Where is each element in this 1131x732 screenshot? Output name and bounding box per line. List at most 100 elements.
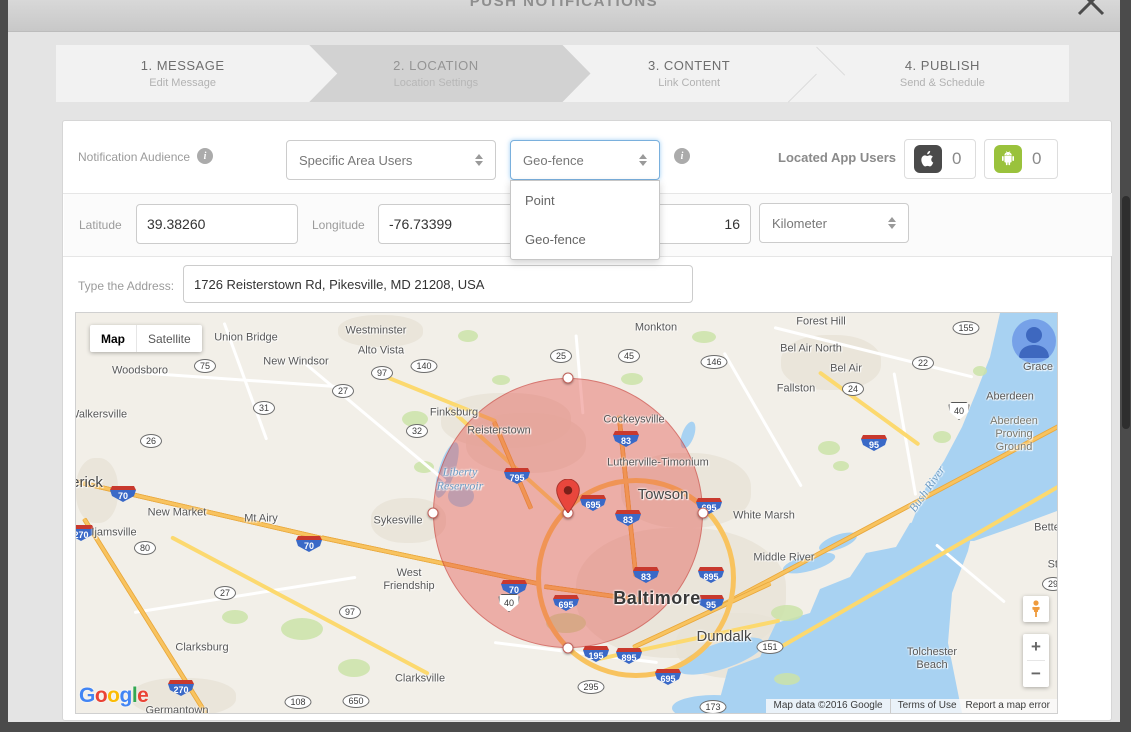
state-route-shield: 173 xyxy=(699,700,726,713)
map-label: Tolchester Beach xyxy=(907,646,957,672)
state-route-shield: 295 xyxy=(577,680,604,694)
map-label: Aberdeen xyxy=(986,390,1034,403)
map-data-text: Map data ©2016 Google xyxy=(766,699,889,713)
google-logo[interactable]: Google xyxy=(79,684,148,708)
state-route-shield: 97 xyxy=(371,366,393,380)
state-route-shield: 31 xyxy=(253,401,275,415)
address-label: Type the Address: xyxy=(78,279,174,293)
geofence-handle-east[interactable] xyxy=(698,508,709,519)
step-location[interactable]: 2. LOCATION Location Settings xyxy=(309,45,562,102)
pegman-control[interactable] xyxy=(1023,596,1049,622)
map-label: Bel Air North xyxy=(780,342,842,355)
located-users-label: Located App Users xyxy=(716,150,896,165)
park-area xyxy=(818,441,840,455)
map-button[interactable]: Map xyxy=(90,325,136,352)
map-label: Lutherville-Timonium xyxy=(607,456,709,469)
map-label: Cockeysville xyxy=(603,413,664,426)
state-route-shield: 24 xyxy=(842,382,864,396)
latitude-label: Latitude xyxy=(79,218,122,232)
state-route-shield: 29 xyxy=(1042,577,1057,591)
map-label: Sykesville xyxy=(374,514,423,527)
interstate-shield: 70 xyxy=(296,536,322,552)
apple-icon xyxy=(914,145,942,173)
unit-value: Kilometer xyxy=(772,216,827,231)
option-geo-fence[interactable]: Geo-fence xyxy=(511,220,659,259)
zoom-out-button[interactable]: − xyxy=(1023,661,1049,687)
state-route-shield: 650 xyxy=(342,694,369,708)
map-label: Aberdeen Proving Ground xyxy=(990,415,1038,455)
map-label: Mt Airy xyxy=(244,512,278,525)
map-label: Baltimore xyxy=(613,588,701,610)
geofence-handle-west[interactable] xyxy=(428,508,439,519)
map-label: Liberty Reservoir xyxy=(437,465,484,494)
map-type-control: Map Satellite xyxy=(90,325,202,352)
select-caret-icon xyxy=(475,154,483,166)
step-publish[interactable]: 4. PUBLISH Send & Schedule xyxy=(816,45,1069,102)
state-route-shield: 45 xyxy=(618,349,640,363)
address-input[interactable] xyxy=(183,265,693,303)
state-route-shield: 75 xyxy=(194,359,216,373)
wizard-steps: 1. MESSAGE Edit Message 2. LOCATION Loca… xyxy=(56,45,1069,102)
park-area xyxy=(774,673,800,685)
audience-type-select[interactable]: Specific Area Users xyxy=(286,140,496,180)
ios-user-count: 0 xyxy=(904,139,976,179)
map-label: Reisterstown xyxy=(467,424,531,437)
park-area xyxy=(833,461,849,471)
state-route-shield: 151 xyxy=(756,640,783,654)
map-label: Forest Hill xyxy=(796,315,846,328)
park-area xyxy=(281,618,323,640)
geofence-handle-north[interactable] xyxy=(563,373,574,384)
state-route-shield: 140 xyxy=(410,359,437,373)
state-route-shield: 32 xyxy=(406,424,428,438)
park-area xyxy=(222,610,248,624)
geofence-mode-value: Geo-fence xyxy=(523,153,584,168)
map-canvas[interactable]: 7514097273126322545146155222440957956958… xyxy=(76,313,1057,713)
terms-of-use-link[interactable]: Terms of Use xyxy=(891,699,964,713)
close-icon[interactable] xyxy=(1074,0,1108,19)
option-point[interactable]: Point xyxy=(511,181,659,220)
map-label: Ijamsville xyxy=(91,526,136,539)
park-area xyxy=(933,431,951,443)
audience-info-icon[interactable]: i xyxy=(197,148,213,164)
map-label: Bette xyxy=(1034,521,1057,534)
audience-type-value: Specific Area Users xyxy=(299,153,412,168)
modal-header: PUSH NOTIFICATIONS xyxy=(8,0,1120,32)
android-count-value: 0 xyxy=(1032,149,1041,169)
geofence-info-icon[interactable]: i xyxy=(674,148,690,164)
park-area xyxy=(621,373,643,385)
map-label: Woodsboro xyxy=(112,364,168,377)
android-user-count: 0 xyxy=(984,139,1058,179)
park-area xyxy=(492,375,510,385)
state-route-shield: 108 xyxy=(284,695,311,709)
audience-label: Notification Audience xyxy=(78,150,190,164)
map-label: White Marsh xyxy=(733,509,795,522)
location-marker-pin[interactable] xyxy=(556,479,580,513)
android-icon xyxy=(994,145,1022,173)
push-notifications-modal: PUSH NOTIFICATIONS 1. MESSAGE Edit Messa… xyxy=(8,0,1120,722)
map-label: Towson xyxy=(638,486,689,504)
zoom-in-button[interactable]: + xyxy=(1023,634,1049,660)
page-scrollbar[interactable] xyxy=(1122,196,1130,429)
map-label: Dundalk xyxy=(696,628,751,646)
geofence-mode-select[interactable]: Geo-fence xyxy=(510,140,660,180)
modal-title: PUSH NOTIFICATIONS xyxy=(8,0,1120,10)
step-content[interactable]: 3. CONTENT Link Content xyxy=(563,45,816,102)
park-area xyxy=(692,331,716,343)
map-label: Sti xyxy=(1048,558,1057,571)
geofence-handle-south[interactable] xyxy=(563,643,574,654)
location-settings-panel: Notification Audience i Specific Area Us… xyxy=(62,120,1112,721)
step-message[interactable]: 1. MESSAGE Edit Message xyxy=(56,45,309,102)
unit-select[interactable]: Kilometer xyxy=(759,203,909,243)
map-label: Clarksville xyxy=(395,672,445,685)
state-route-shield: 97 xyxy=(339,605,361,619)
map-label: Clarksburg xyxy=(175,641,228,654)
state-route-shield: 26 xyxy=(140,434,162,448)
map-road xyxy=(134,576,357,614)
map-label: Middle River xyxy=(753,551,814,564)
report-map-error-link[interactable]: Report a map error xyxy=(964,699,1057,713)
state-route-shield: 27 xyxy=(332,384,354,398)
ios-count-value: 0 xyxy=(952,149,961,169)
latitude-input[interactable] xyxy=(136,204,298,244)
map-label: New Windsor xyxy=(263,355,328,368)
satellite-button[interactable]: Satellite xyxy=(136,325,202,352)
